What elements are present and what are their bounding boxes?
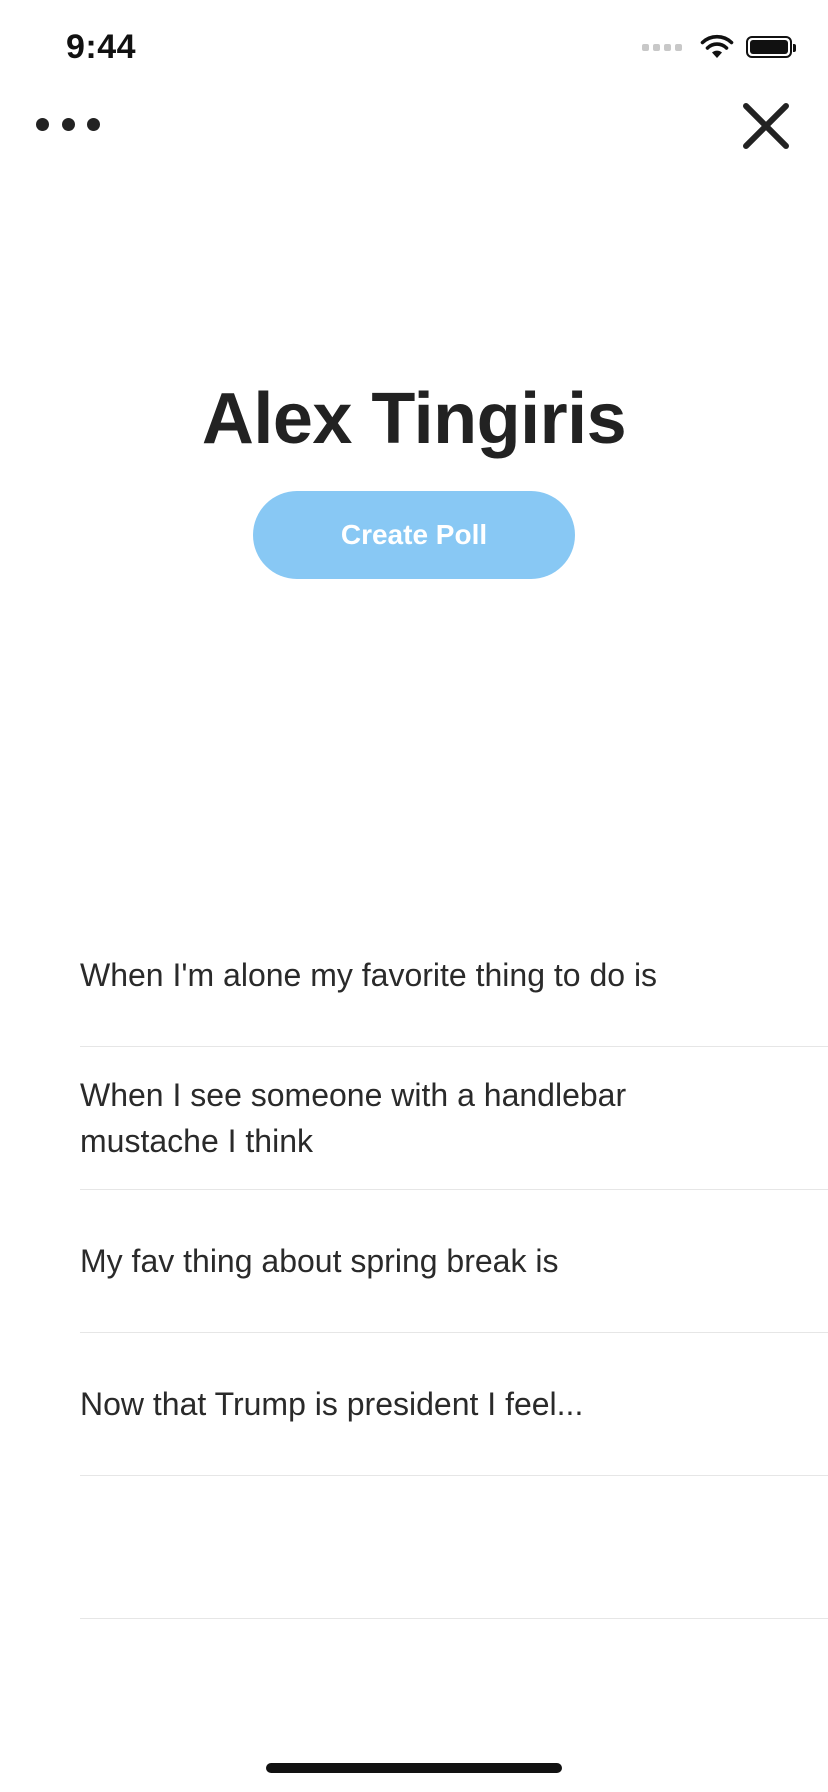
status-time: 9:44 [66,28,137,66]
status-bar: 9:44 [0,0,828,100]
battery-icon [746,36,796,58]
poll-item[interactable]: Now that Trump is president I feel... [80,1333,828,1476]
poll-item[interactable]: When I'm alone my favorite thing to do i… [80,904,828,1047]
close-icon[interactable] [740,100,792,152]
poll-item[interactable]: When I see someone with a handlebar must… [80,1047,828,1190]
poll-item-empty[interactable] [80,1476,828,1619]
home-indicator[interactable] [266,1763,562,1773]
poll-item[interactable]: My fav thing about spring break is [80,1190,828,1333]
profile-name: Alex Tingiris [201,379,627,459]
poll-list: When I'm alone my favorite thing to do i… [80,904,828,1619]
create-poll-button[interactable]: Create Poll [253,491,575,579]
cellular-signal-icon [642,43,682,51]
more-options-button[interactable] [36,106,100,142]
status-icons [642,34,796,60]
wifi-icon [700,34,734,58]
more-horizontal-icon [36,117,49,131]
